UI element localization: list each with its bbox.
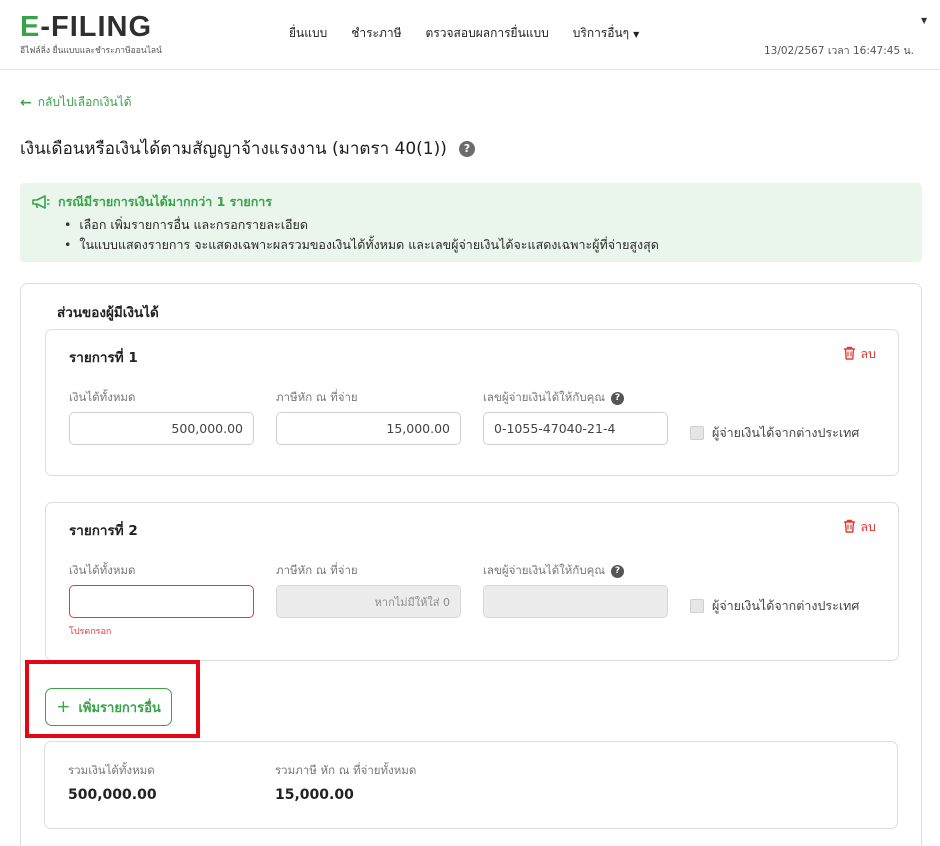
payer-id-input[interactable]: [483, 585, 668, 618]
payer-id-label: เลขผู้จ่ายเงินได้ให้กับคุณ?: [483, 562, 624, 580]
info-bullet: เลือก เพิ่มรายการอื่น และกรอกรายละเอียด: [64, 215, 922, 235]
income-label: เงินได้ทั้งหมด: [69, 389, 135, 407]
totals-card: รวมเงินได้ทั้งหมด 500,000.00 รวมภาษี หัก…: [44, 741, 898, 829]
payer-id-label: เลขผู้จ่ายเงินได้ให้กับคุณ?: [483, 389, 624, 407]
trash-icon: [843, 346, 856, 363]
nav-other-services[interactable]: บริการอื่นๆ ▼: [573, 24, 640, 43]
back-link-label: กลับไปเลือกเงินได้: [37, 95, 132, 109]
nav-pay-tax[interactable]: ชำระภาษี: [351, 24, 401, 43]
income-item-2: รายการที่ 2 ลบ เงินได้ทั้งหมด ภาษีหัก ณ …: [45, 502, 899, 661]
tax-label-text: ภาษีหัก ณ ที่จ่าย: [276, 563, 358, 577]
delete-label: ลบ: [860, 346, 876, 361]
section-title: ส่วนของผู้มีเงินได้: [57, 305, 159, 321]
foreign-payer-checkbox[interactable]: ผู้จ่ายเงินได้จากต่างประเทศ: [690, 596, 859, 616]
total-tax-label: รวมภาษี หัก ณ ที่จ่ายทั้งหมด: [275, 763, 417, 777]
page-title: เงินเดือนหรือเงินได้ตามสัญญาจ้างแรงงาน (…: [20, 135, 475, 162]
tax-label-text: ภาษีหัก ณ ที่จ่าย: [276, 390, 358, 404]
info-heading-text: กรณีมีรายการเงินได้มากกว่า 1 รายการ: [58, 194, 272, 209]
tax-label: ภาษีหัก ณ ที่จ่าย: [276, 562, 358, 580]
page-title-text: เงินเดือนหรือเงินได้ตามสัญญาจ้างแรงงาน (…: [20, 139, 447, 159]
delete-item-button[interactable]: ลบ: [843, 517, 876, 537]
nav-other-services-label: บริการอื่นๆ: [572, 26, 630, 40]
income-label-text: เงินได้ทั้งหมด: [69, 390, 136, 404]
payer-id-input[interactable]: 0-1055-47040-21-4: [483, 412, 668, 445]
item-title: รายการที่ 1: [69, 350, 138, 366]
efiling-logo[interactable]: E-FILING อีไฟล์ลิ่ง ยื่นแบบและชำระภาษีออ…: [20, 12, 190, 58]
tax-input[interactable]: หากไม่มีให้ใส่ 0: [276, 585, 461, 618]
arrow-left-icon: ←: [20, 94, 32, 111]
logo-mark: E-FILING: [20, 12, 152, 42]
logo-e-icon: E: [20, 11, 41, 43]
foreign-payer-checkbox[interactable]: ผู้จ่ายเงินได้จากต่างประเทศ: [690, 423, 859, 443]
payer-id-label-text: เลขผู้จ่ายเงินได้ให้กับคุณ: [483, 390, 605, 404]
income-input[interactable]: [69, 585, 254, 618]
income-label-text: เงินได้ทั้งหมด: [69, 563, 136, 577]
income-input[interactable]: 500,000.00: [69, 412, 254, 445]
plus-icon: +: [56, 697, 71, 717]
income-error-text: โปรดกรอก: [69, 627, 112, 637]
info-heading: กรณีมีรายการเงินได้มากกว่า 1 รายการ: [32, 192, 922, 212]
add-item-label: เพิ่มรายการอื่น: [78, 700, 161, 716]
payer-id-label-text: เลขผู้จ่ายเงินได้ให้กับคุณ: [483, 563, 605, 577]
caret-down-icon: ▼: [633, 30, 640, 39]
checkbox-icon: [690, 599, 704, 613]
foreign-payer-label: ผู้จ่ายเงินได้จากต่างประเทศ: [712, 598, 860, 613]
foreign-payer-label: ผู้จ่ายเงินได้จากต่างประเทศ: [712, 425, 860, 440]
nav-check-result[interactable]: ตรวจสอบผลการยื่นแบบ: [426, 24, 549, 43]
add-item-button[interactable]: + เพิ่มรายการอื่น: [45, 688, 172, 726]
top-header: E-FILING อีไฟล์ลิ่ง ยื่นแบบและชำระภาษีออ…: [0, 0, 940, 70]
checkbox-icon: [690, 426, 704, 440]
delete-label: ลบ: [860, 519, 876, 534]
help-icon[interactable]: ?: [611, 564, 624, 578]
logo-text-rest: -FILING: [40, 11, 153, 43]
trash-icon: [843, 519, 856, 536]
total-income-value: 500,000.00: [68, 787, 157, 803]
current-datetime: 13/02/2567 เวลา 16:47:45 น.: [763, 45, 914, 57]
total-income-label: รวมเงินได้ทั้งหมด: [68, 763, 155, 777]
help-icon[interactable]: ?: [458, 140, 475, 157]
back-link[interactable]: ← กลับไปเลือกเงินได้: [20, 93, 132, 112]
income-item-1: รายการที่ 1 ลบ เงินได้ทั้งหมด ภาษีหัก ณ …: [45, 329, 899, 476]
nav-file-return[interactable]: ยื่นแบบ: [289, 24, 327, 43]
delete-item-button[interactable]: ลบ: [843, 344, 876, 364]
tax-input[interactable]: 15,000.00: [276, 412, 461, 445]
total-tax-value: 15,000.00: [275, 787, 354, 803]
info-notice: กรณีมีรายการเงินได้มากกว่า 1 รายการ เลือ…: [20, 183, 922, 262]
info-bullets: เลือก เพิ่มรายการอื่น และกรอกรายละเอียด …: [64, 215, 922, 255]
main-nav: ยื่นแบบ ชำระภาษี ตรวจสอบผลการยื่นแบบ บริ…: [289, 24, 639, 43]
help-icon[interactable]: ?: [611, 391, 624, 405]
account-caret-icon[interactable]: ▼: [921, 16, 927, 25]
income-label: เงินได้ทั้งหมด: [69, 562, 135, 580]
item-title: รายการที่ 2: [69, 523, 138, 539]
tax-label: ภาษีหัก ณ ที่จ่าย: [276, 389, 358, 407]
info-bullet: ในแบบแสดงรายการ จะแสดงเฉพาะผลรวมของเงินไ…: [64, 235, 922, 255]
logo-tagline: อีไฟล์ลิ่ง ยื่นแบบและชำระภาษีออนไลน์: [20, 46, 162, 56]
megaphone-icon: [32, 195, 50, 209]
